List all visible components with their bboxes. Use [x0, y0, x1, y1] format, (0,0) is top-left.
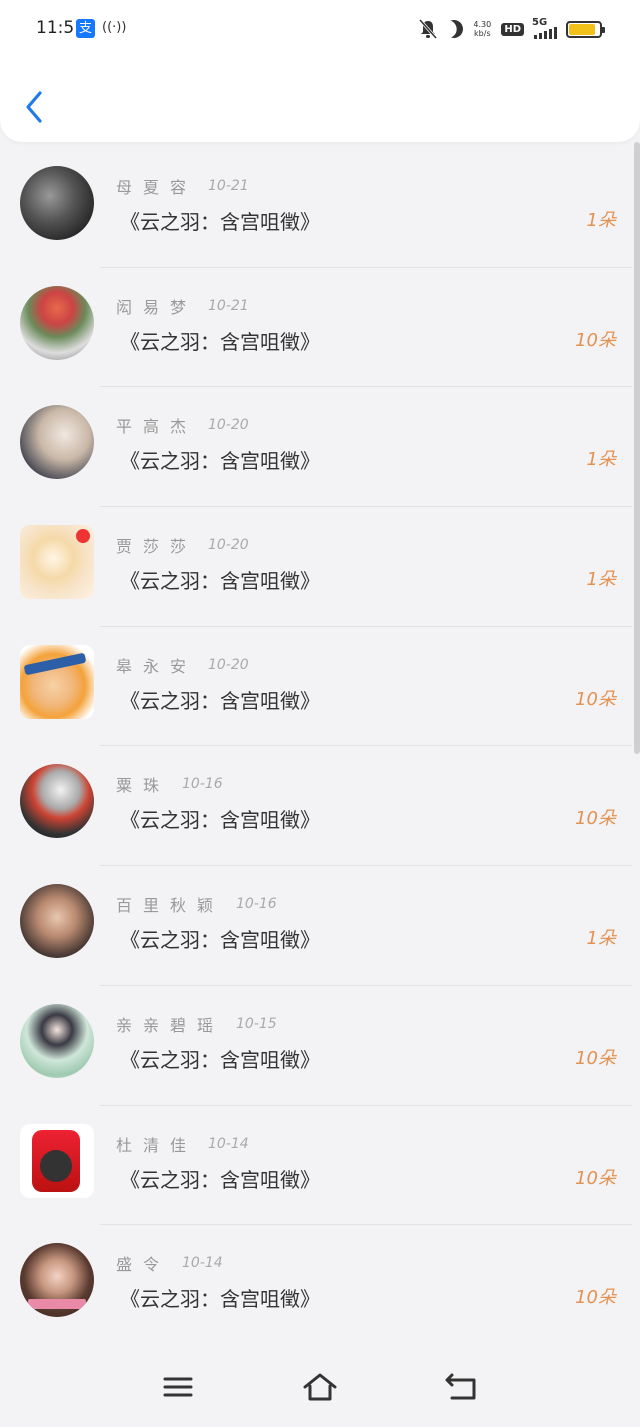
list-item[interactable]: 闳易梦 10-21 《云之羽：含宫咀徵》 10朵	[0, 268, 632, 388]
user-name: 粟珠	[116, 776, 171, 796]
date: 10-16	[182, 776, 223, 793]
list-item[interactable]: 亲亲碧瑶 10-15 《云之羽：含宫咀徵》 10朵	[0, 986, 632, 1106]
flower-count: 1朵	[586, 449, 616, 471]
top-header	[0, 58, 640, 142]
book-title: 《云之羽：含宫咀徵》	[120, 808, 320, 833]
speed-unit: kb/s	[474, 29, 491, 38]
system-nav-bar	[0, 1342, 640, 1427]
user-name: 闳易梦	[116, 297, 198, 317]
bell-off-icon	[419, 19, 438, 39]
avatar	[20, 285, 94, 360]
date: 10-16	[236, 896, 277, 913]
book-title: 《云之羽：含宫咀徵》	[120, 1167, 320, 1192]
flower-count: 10朵	[575, 1047, 616, 1069]
date: 10-21	[208, 297, 249, 314]
user-name: 亲亲碧瑶	[116, 1015, 225, 1035]
home-icon[interactable]	[300, 1370, 340, 1404]
book-title: 《云之羽：含宫咀徵》	[120, 1047, 320, 1072]
pink-caption-bar	[28, 1299, 86, 1310]
user-name: 盛令	[116, 1255, 171, 1275]
list-item[interactable]: 百里秋颖 10-16 《云之羽：含宫咀徵》 1朵	[0, 866, 632, 986]
avatar	[20, 764, 94, 839]
user-name: 平高杰	[116, 417, 198, 437]
flower-count: 1朵	[586, 928, 616, 950]
date: 10-21	[208, 178, 249, 194]
user-name: 杜清佳	[116, 1135, 198, 1155]
speed-value: 4.30	[473, 20, 492, 29]
list-item[interactable]: 平高杰 10-20 《云之羽：含宫咀徵》 1朵	[0, 387, 632, 508]
flower-count: 1朵	[586, 569, 616, 591]
book-title: 《云之羽：含宫咀徵》	[120, 449, 320, 474]
back-chevron-icon[interactable]	[24, 89, 44, 125]
book-title: 《云之羽：含宫咀徵》	[120, 569, 320, 594]
flower-count: 1朵	[586, 210, 616, 231]
avatar	[20, 405, 94, 480]
book-title: 《云之羽：含宫咀徵》	[120, 928, 320, 953]
badge-dot	[76, 529, 90, 544]
moon-icon	[443, 17, 466, 40]
user-name: 皋永安	[116, 656, 198, 676]
date: 10-20	[208, 656, 249, 673]
battery-icon	[566, 20, 605, 38]
flower-count: 10朵	[575, 1287, 616, 1309]
back-icon[interactable]	[442, 1370, 482, 1404]
list-item[interactable]: 杜清佳 10-14 《云之羽：含宫咀徵》 10朵	[0, 1106, 632, 1226]
status-icons: 4.30 kb/s HD 5G	[419, 16, 605, 42]
list-item[interactable]: 贾莎莎 10-20 《云之羽：含宫咀徵》 1朵	[0, 507, 632, 627]
scrollbar[interactable]	[634, 142, 640, 754]
avatar	[20, 644, 94, 719]
list-item[interactable]: 盛令 10-14 《云之羽：含宫咀徵》 10朵	[0, 1225, 632, 1341]
user-name: 百里秋颖	[116, 896, 225, 916]
headband	[23, 652, 87, 676]
menu-icon[interactable]	[158, 1370, 198, 1404]
list-item[interactable]: 母夏容 10-21 《云之羽：含宫咀徵》 1朵	[0, 148, 632, 268]
flower-count: 10朵	[575, 1167, 616, 1189]
gift-list[interactable]: 母夏容 10-21 《云之羽：含宫咀徵》 1朵 闳易梦 10-21 《云之羽：含…	[0, 148, 632, 1341]
flower-count: 10朵	[575, 329, 616, 351]
date: 10-20	[208, 537, 249, 554]
status-bar: 11:51 支 ((·)) 4.30 kb/s HD 5G	[0, 0, 640, 58]
dark-dial	[40, 1149, 72, 1182]
nfc-icon: ((·))	[102, 20, 127, 35]
avatar	[20, 884, 94, 959]
signal-icon: 5G	[532, 17, 558, 39]
user-name: 母夏容	[116, 178, 198, 197]
book-title: 《云之羽：含宫咀徵》	[120, 210, 320, 234]
network-speed: 4.30 kb/s	[471, 20, 493, 38]
book-title: 《云之羽：含宫咀徵》	[120, 688, 320, 713]
date: 10-14	[182, 1255, 223, 1272]
avatar	[20, 166, 94, 240]
alipay-icon: 支	[76, 19, 95, 38]
hd-badge: HD	[501, 22, 524, 36]
avatar	[20, 525, 94, 600]
list-item[interactable]: 粟珠 10-16 《云之羽：含宫咀徵》 10朵	[0, 746, 632, 867]
flower-count: 10朵	[575, 688, 616, 710]
flower-count: 10朵	[575, 808, 616, 830]
avatar	[20, 1003, 94, 1078]
list-item[interactable]: 皋永安 10-20 《云之羽：含宫咀徵》 10朵	[0, 627, 632, 747]
date: 10-20	[208, 417, 249, 434]
avatar	[20, 1123, 94, 1198]
user-name: 贾莎莎	[116, 537, 198, 557]
date: 10-14	[208, 1135, 249, 1152]
book-title: 《云之羽：含宫咀徵》	[120, 329, 320, 354]
avatar	[20, 1243, 94, 1318]
date: 10-15	[236, 1015, 277, 1032]
book-title: 《云之羽：含宫咀徵》	[120, 1287, 320, 1312]
